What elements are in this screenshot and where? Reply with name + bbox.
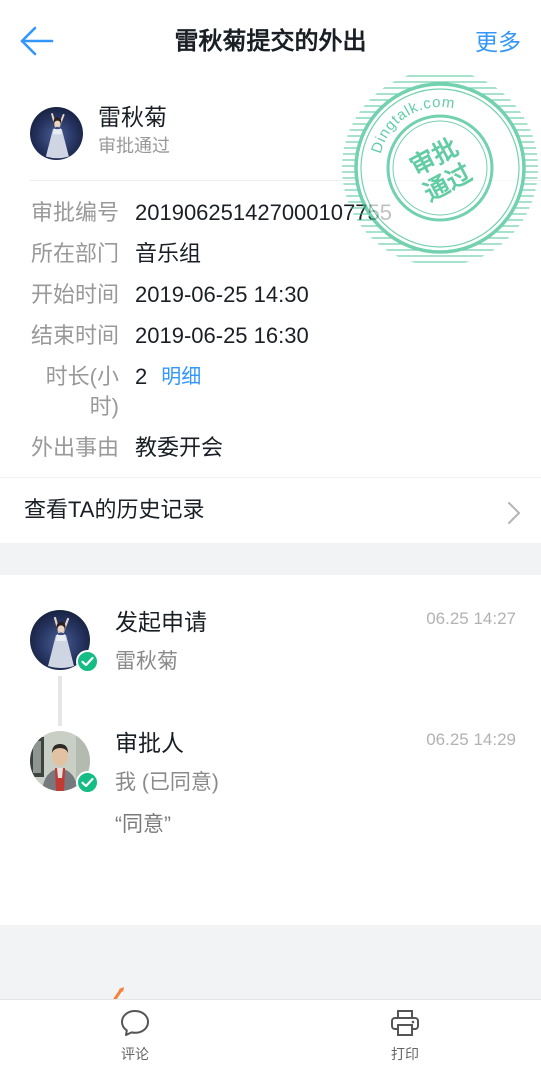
timeline-step-time: 06.25 14:29 [426,730,516,749]
approval-timeline: 发起申请 06.25 14:27 雷秋菊 审批人 06.25 14:29 我 (… [0,575,541,925]
check-circle-icon [76,650,99,673]
stamp-site-text: Dingtalk.com [368,94,456,156]
avatar[interactable] [30,107,83,160]
field-label: 外出事由 [30,434,119,460]
field-value: 2 [135,363,148,389]
section-gap [0,543,541,575]
print-label: 打印 [391,1046,419,1062]
field-label: 时长(小时) [45,363,119,419]
section-gap [0,925,541,1004]
field-label: 审批编号 [30,199,119,225]
field-approval-number: 审批编号 201906251427000107755 [30,192,520,233]
field-value: 教委开会 [135,434,224,460]
field-reason: 外出事由 教委开会 [30,427,520,468]
field-end-time: 结束时间 2019-06-25 16:30 [30,315,520,356]
field-value: 2019-06-25 14:30 [135,281,309,307]
applicant-name: 雷秋菊 [98,104,167,130]
field-value: 201906251427000107755 [135,199,392,225]
nav-bar: 雷秋菊提交的外出 更多 [0,0,541,84]
chevron-right-icon [502,500,524,526]
timeline-step-comment: “同意” [115,813,171,836]
field-value: 2019-06-25 16:30 [135,322,309,348]
svg-text:Dingtalk.com: Dingtalk.com [368,94,456,156]
duration-detail-link[interactable]: 明细 [161,362,201,392]
stamp-text-line1: 审批 [405,132,463,181]
timeline-connector [58,676,62,726]
form-fields: 审批编号 201906251427000107755 所在部门 音乐组 开始时间… [30,192,520,468]
timeline-step-person: 雷秋菊 [115,650,178,673]
divider [30,180,541,181]
approval-status: 审批通过 [98,136,170,156]
bottom-toolbar: 评论 打印 [0,999,541,1074]
timeline-step-title: 审批人 [115,730,184,756]
field-label: 所在部门 [30,240,119,266]
check-circle-icon [76,771,99,794]
page-title: 雷秋菊提交的外出 [174,28,367,55]
field-duration: 时长(小时) 2 明细 [30,356,520,427]
speech-bubble-icon [119,1008,151,1038]
history-link-label: 查看TA的历史记录 [24,497,205,522]
arrow-left-icon [20,26,54,56]
history-link-row[interactable]: 查看TA的历史记录 [0,477,541,543]
more-button[interactable]: 更多 [475,24,521,60]
field-label: 开始时间 [30,281,119,307]
timeline-step-title: 发起申请 [115,609,207,635]
comment-button[interactable]: 评论 [85,1000,185,1074]
field-department: 所在部门 音乐组 [30,233,520,274]
timeline-step-time: 06.25 14:27 [426,609,516,628]
field-label: 结束时间 [30,322,119,348]
timeline-step-person: 我 (已同意) [115,771,219,794]
print-button[interactable]: 打印 [355,1000,455,1074]
printer-icon [389,1008,421,1038]
field-start-time: 开始时间 2019-06-25 14:30 [30,274,520,315]
back-button[interactable] [16,21,58,61]
field-value: 音乐组 [135,240,202,266]
comment-label: 评论 [121,1046,149,1062]
